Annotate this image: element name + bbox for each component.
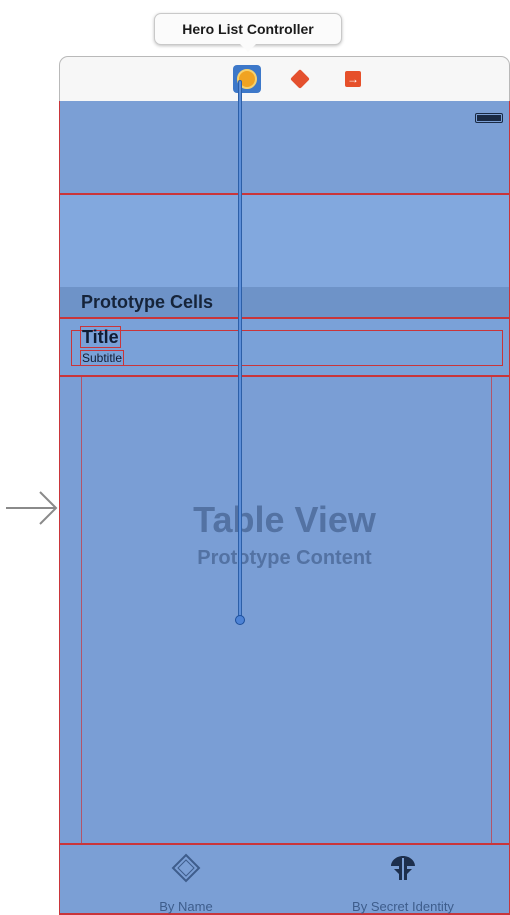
- tab-label-by-secret-identity: By Secret Identity: [352, 899, 454, 914]
- tab-by-name[interactable]: By Name: [106, 853, 266, 914]
- cell-content-view[interactable]: [71, 330, 503, 366]
- first-responder-icon[interactable]: [286, 65, 314, 93]
- tooltip-text: Hero List Controller: [182, 21, 314, 37]
- table-view-placeholder-subtitle: Prototype Content: [197, 547, 372, 569]
- table-view-placeholder-title: Table View: [193, 499, 376, 540]
- tab-label-by-name: By Name: [159, 899, 213, 914]
- connector-endpoint[interactable]: [235, 615, 245, 625]
- tab-by-secret-identity[interactable]: By Secret Identity: [323, 853, 483, 914]
- table-header-area[interactable]: [60, 195, 509, 287]
- tab-bar: By Name By Secret Identity: [60, 843, 509, 915]
- initial-scene-arrow-icon: [6, 491, 58, 525]
- right-margin-guide: [491, 377, 492, 843]
- segue-drag-connector[interactable]: [238, 80, 242, 618]
- exit-icon[interactable]: →: [339, 65, 367, 93]
- table-view[interactable]: Table View Prototype Content: [60, 377, 509, 843]
- secret-identity-icon: [391, 856, 415, 880]
- left-margin-guide: [81, 377, 82, 843]
- section-header: Prototype Cells: [60, 287, 509, 317]
- table-view-controller-scene[interactable]: Prototype Cells Title Subtitle Table Vie…: [59, 101, 510, 915]
- cell-subtitle-label[interactable]: Subtitle: [80, 350, 125, 366]
- scene-name-tooltip: Hero List Controller: [154, 13, 342, 52]
- cell-title-label[interactable]: Title: [80, 326, 121, 348]
- status-bar-area: [60, 101, 509, 195]
- section-header-label: Prototype Cells: [81, 291, 214, 312]
- battery-icon: [475, 113, 503, 123]
- scene-dock: →: [59, 56, 510, 101]
- prototype-cell[interactable]: Title Subtitle: [60, 317, 509, 377]
- name-badge-icon: [171, 853, 201, 883]
